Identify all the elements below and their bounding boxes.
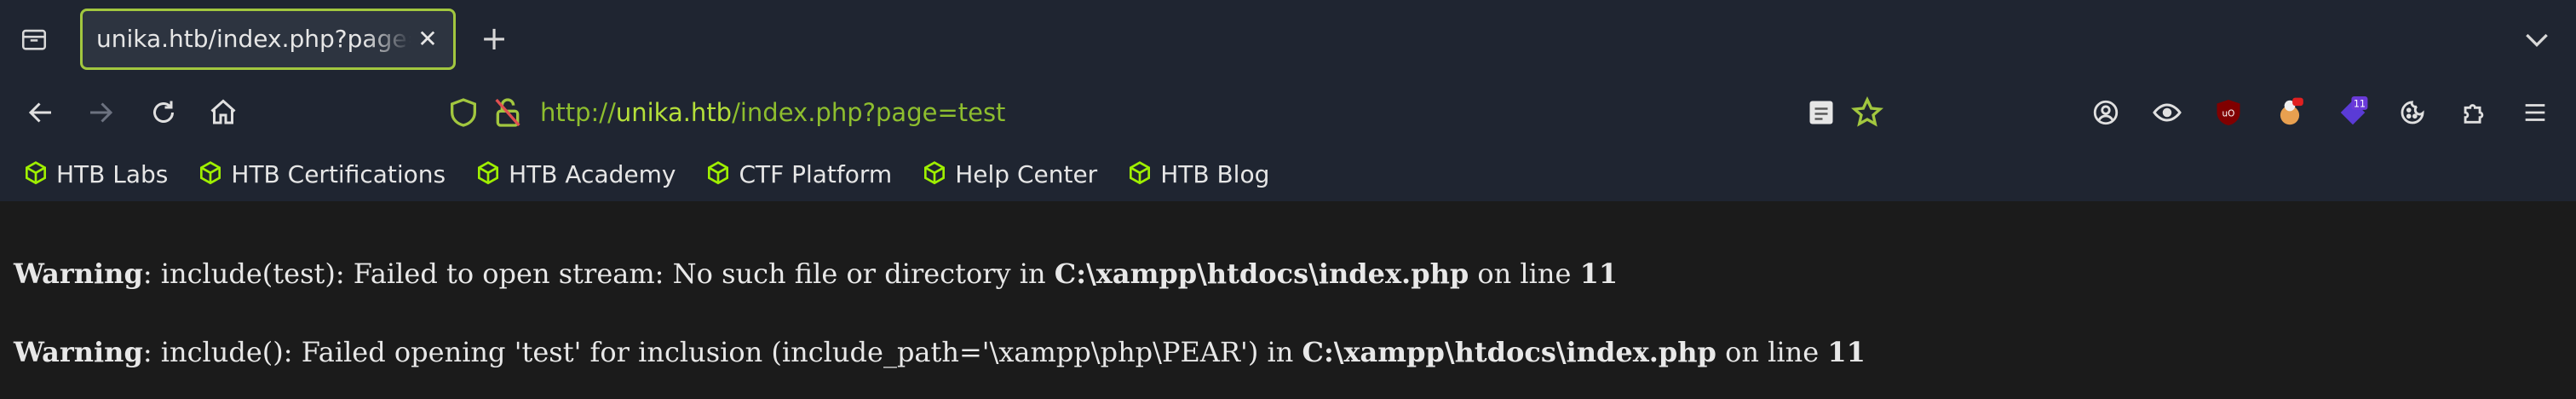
tabs-overflow-button[interactable] — [2520, 22, 2554, 56]
extension-eye-button[interactable] — [2150, 95, 2184, 130]
tab-title: unika.htb/index.php?page=test — [96, 25, 411, 53]
bookmark-label: HTB Labs — [56, 159, 169, 188]
warning-label: Warning — [14, 336, 143, 368]
warning-message: : include(test): Failed to open stream: … — [142, 257, 1055, 290]
active-tab[interactable]: unika.htb/index.php?page=test ✕ — [80, 9, 456, 70]
page-content: Warning: include(test): Failed to open s… — [0, 201, 2576, 399]
ublock-origin-icon: uO — [2217, 100, 2240, 125]
htb-cube-icon — [478, 161, 499, 185]
puzzle-icon — [2464, 104, 2484, 124]
tab-strip: unika.htb/index.php?page=test ✕ + — [0, 0, 2576, 78]
bookmark-label: HTB Academy — [509, 159, 676, 188]
htb-cube-icon — [26, 161, 46, 185]
php-warning-1: Warning: include(test): Failed to open s… — [14, 257, 1618, 290]
bookmark-label: CTF Platform — [739, 159, 893, 188]
warning-line-number: 11 — [1827, 336, 1866, 368]
list-all-tabs-button[interactable] — [15, 20, 53, 58]
app-menu-button[interactable] — [2518, 95, 2552, 130]
reload-button[interactable] — [145, 94, 182, 131]
htb-cube-icon — [200, 161, 221, 185]
bookmark-star-icon[interactable] — [1850, 95, 1884, 130]
tab-list-icon — [21, 29, 47, 50]
svg-text:uO: uO — [2222, 109, 2235, 119]
arrow-left-icon — [28, 102, 51, 123]
extension-cookie-button[interactable] — [2395, 95, 2429, 130]
account-icon — [2093, 100, 2119, 125]
url-path: /index.php?page=test — [732, 98, 1006, 127]
reload-icon — [153, 101, 174, 123]
warning-label: Warning — [14, 257, 143, 290]
extension-chef-button[interactable] — [2273, 95, 2307, 130]
account-button[interactable] — [2089, 95, 2123, 130]
warning-message: : include(): Failed opening 'test' for i… — [142, 336, 1302, 368]
tag-extension-icon: 11 — [2340, 96, 2368, 125]
chevron-down-icon — [2526, 33, 2548, 48]
extension-badge-count: 11 — [2354, 99, 2366, 110]
tracking-protection-shield-icon[interactable] — [446, 95, 480, 130]
extension-badge-button[interactable]: 11 — [2336, 95, 2370, 130]
bookmark-label: Help Center — [955, 159, 1098, 188]
warning-line-text: on line — [1469, 257, 1580, 290]
new-tab-button[interactable]: + — [475, 20, 513, 58]
bookmark-htb-blog[interactable]: HTB Blog — [1121, 152, 1274, 196]
close-tab-button[interactable]: ✕ — [414, 26, 441, 53]
url-scheme: http:// — [540, 98, 616, 127]
url-bar[interactable]: http://unika.htb/index.php?page=test — [434, 84, 1900, 142]
extensions-button[interactable] — [2457, 95, 2491, 130]
cookie-editor-icon — [2280, 97, 2303, 125]
bookmark-help-center[interactable]: Help Center — [916, 152, 1102, 196]
ublock-button[interactable]: uO — [2211, 95, 2245, 130]
bookmark-label: HTB Certifications — [231, 159, 446, 188]
bookmark-htb-academy[interactable]: HTB Academy — [469, 152, 681, 196]
eye-extension-icon — [2153, 103, 2182, 122]
forward-button[interactable] — [82, 94, 119, 131]
bookmark-htb-labs[interactable]: HTB Labs — [17, 152, 173, 196]
back-button[interactable] — [22, 94, 60, 131]
htb-cube-icon — [708, 161, 729, 185]
bookmarks-toolbar: HTB Labs HTB Certifications HTB Academy … — [0, 147, 2576, 201]
url-host: unika.htb — [615, 98, 733, 127]
htb-cube-icon — [924, 161, 946, 185]
hamburger-menu-icon — [2525, 104, 2545, 121]
home-icon — [210, 99, 236, 124]
arrow-right-icon — [90, 102, 113, 123]
htb-cube-icon — [1130, 161, 1151, 185]
php-warning-2: Warning: include(): Failed opening 'test… — [14, 336, 1866, 368]
warning-line-number: 11 — [1579, 257, 1619, 290]
cookie-icon — [2401, 101, 2424, 124]
bookmark-htb-certifications[interactable]: HTB Certifications — [192, 152, 451, 196]
warning-file: C:\xampp\htdocs\index.php — [1054, 257, 1469, 290]
warning-file: C:\xampp\htdocs\index.php — [1302, 336, 1716, 368]
bookmark-ctf-platform[interactable]: CTF Platform — [699, 152, 897, 196]
navigation-toolbar: http://unika.htb/index.php?page=test uO … — [0, 78, 2576, 147]
url-text[interactable]: http://unika.htb/index.php?page=test — [540, 84, 1005, 142]
home-button[interactable] — [204, 94, 242, 131]
bookmark-label: HTB Blog — [1160, 159, 1270, 188]
reader-view-icon[interactable] — [1806, 97, 1837, 128]
warning-line-text: on line — [1716, 336, 1828, 368]
insecure-lock-icon[interactable] — [491, 95, 525, 130]
